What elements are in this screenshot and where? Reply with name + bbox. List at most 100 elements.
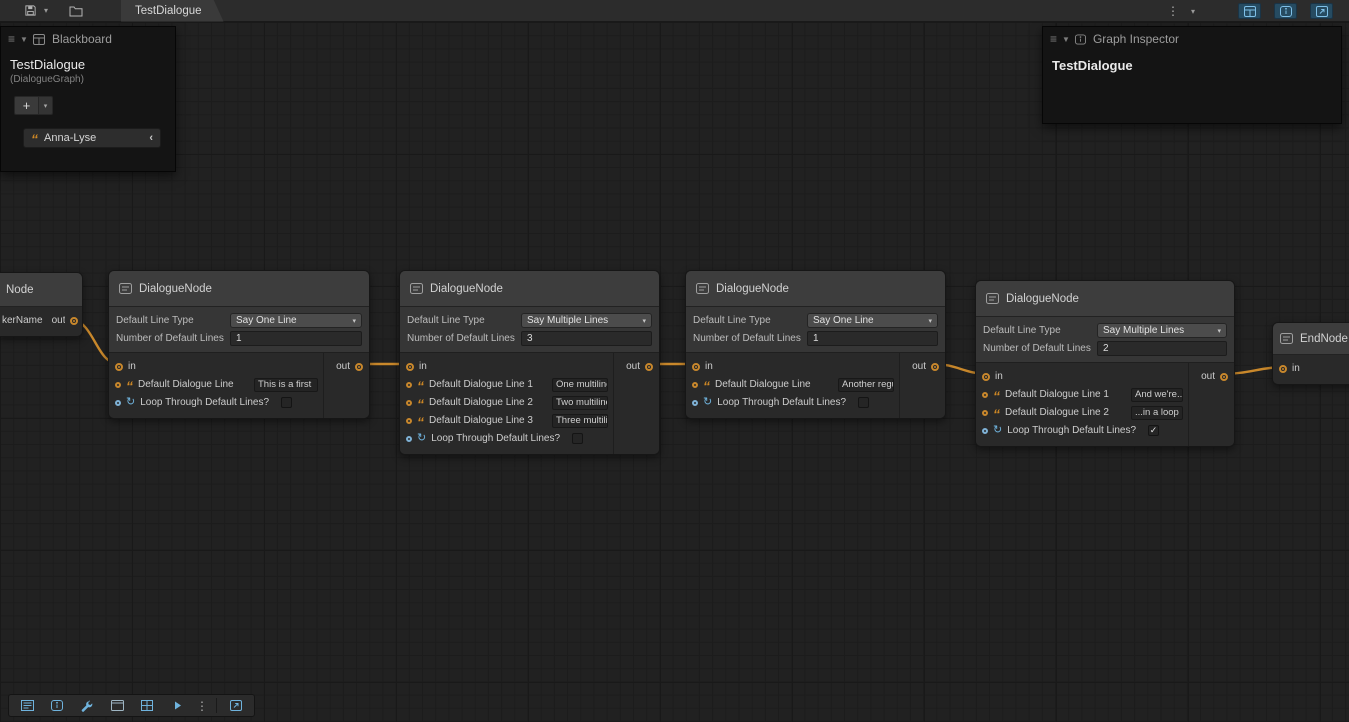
loop-port[interactable] xyxy=(115,400,121,406)
dialogue-node-2[interactable]: DialogueNode Default Line Type Say Multi… xyxy=(399,270,660,455)
blackboard-header[interactable]: ≡ ▼ Blackboard xyxy=(1,27,175,51)
blackboard-field-anna-lyse[interactable]: “ Anna-Lyse ‹ xyxy=(23,128,161,148)
line-type-dropdown[interactable]: Say Multiple Lines ▾ xyxy=(521,313,652,328)
num-lines-label: Number of Default Lines xyxy=(983,343,1097,354)
in-port[interactable] xyxy=(115,363,123,371)
save-button[interactable] xyxy=(20,2,41,20)
in-port[interactable] xyxy=(982,373,990,381)
string-type-icon: “ xyxy=(417,400,424,408)
loop-label: Loop Through Default Lines? xyxy=(1007,425,1136,436)
line-type-dropdown[interactable]: Say One Line ▾ xyxy=(807,313,938,328)
kebab-icon: ⋮ xyxy=(196,699,208,713)
node-title-bar[interactable]: DialogueNode xyxy=(400,271,659,307)
open-asset-button[interactable] xyxy=(65,2,87,20)
loop-label: Loop Through Default Lines? xyxy=(717,397,846,408)
node-title-bar[interactable]: EndNode xyxy=(1273,323,1349,355)
num-lines-field[interactable]: 2 xyxy=(1097,341,1227,356)
in-port-label: in xyxy=(419,361,427,372)
speaker-node[interactable]: Node kerName out xyxy=(0,272,83,337)
dialogue-line-1-input[interactable]: And we're... xyxy=(1131,388,1183,402)
info-icon xyxy=(51,700,63,711)
end-node[interactable]: EndNode in xyxy=(1272,322,1349,385)
in-port[interactable] xyxy=(692,363,700,371)
loop-checkbox[interactable] xyxy=(572,433,583,444)
hamburger-icon[interactable]: ≡ xyxy=(1050,34,1057,44)
blackboard-panel[interactable]: ≡ ▼ Blackboard TestDialogue (DialogueGra… xyxy=(0,26,176,172)
blackboard-panel-icon xyxy=(33,34,45,45)
tab-testdialogue[interactable]: TestDialogue xyxy=(121,0,223,22)
chevron-collapse-icon[interactable]: ‹ xyxy=(149,132,153,144)
dialogue-node-4[interactable]: DialogueNode Default Line Type Say Multi… xyxy=(975,280,1235,447)
graph-inspector-panel[interactable]: ≡ ▼ Graph Inspector TestDialogue xyxy=(1042,26,1342,124)
settings-button[interactable] xyxy=(73,696,101,715)
line-type-value: Say Multiple Lines xyxy=(527,315,608,326)
dialogue-line-2-input[interactable]: Two multiline xyxy=(552,396,608,410)
loop-port[interactable] xyxy=(692,400,698,406)
num-lines-field[interactable]: 1 xyxy=(230,331,362,346)
dialogue-line-port[interactable] xyxy=(115,382,121,388)
bottom-more-button[interactable]: ⋮ xyxy=(193,696,211,715)
loop-checkbox[interactable] xyxy=(858,397,869,408)
num-lines-field[interactable]: 3 xyxy=(521,331,652,346)
dialogue-node-3[interactable]: DialogueNode Default Line Type Say One L… xyxy=(685,270,946,419)
in-port[interactable] xyxy=(1279,365,1287,373)
add-variable-button[interactable]: + xyxy=(14,96,39,115)
loop-icon: ↻ xyxy=(993,426,1002,435)
dialogue-line-1-port[interactable] xyxy=(406,382,412,388)
node-title-bar[interactable]: DialogueNode xyxy=(109,271,369,307)
dialogue-line-2-input[interactable]: ...in a loop xyxy=(1131,406,1183,420)
num-lines-field[interactable]: 1 xyxy=(807,331,938,346)
num-lines-label: Number of Default Lines xyxy=(693,333,807,344)
toolbar-options-dropdown[interactable]: ▾ xyxy=(1188,2,1198,20)
collapse-caret-icon[interactable]: ▼ xyxy=(20,35,28,44)
blackboard-toggle-button[interactable] xyxy=(13,696,41,715)
line-type-dropdown[interactable]: Say One Line ▾ xyxy=(230,313,362,328)
in-port[interactable] xyxy=(406,363,414,371)
loop-port[interactable] xyxy=(982,428,988,434)
window-layout-button[interactable] xyxy=(103,696,131,715)
dialogue-node-icon xyxy=(119,283,132,294)
dialogue-line-2-port[interactable] xyxy=(406,400,412,406)
line-type-dropdown[interactable]: Say Multiple Lines ▾ xyxy=(1097,323,1227,338)
preview-play-button[interactable] xyxy=(163,696,191,715)
hamburger-icon[interactable]: ≡ xyxy=(8,34,15,44)
dialogue-line-3-input[interactable]: Three multili xyxy=(552,414,608,428)
dialogue-node-1[interactable]: DialogueNode Default Line Type Say One L… xyxy=(108,270,370,419)
grid-panel-button[interactable] xyxy=(133,696,161,715)
dialogue-line-input[interactable]: Another regu xyxy=(838,378,894,392)
loop-port[interactable] xyxy=(406,436,412,442)
out-port[interactable] xyxy=(355,363,363,371)
node-title-bar[interactable]: DialogueNode xyxy=(976,281,1234,317)
toggle-preview-button[interactable] xyxy=(1310,3,1333,19)
line-type-label: Default Line Type xyxy=(407,315,521,326)
dialogue-node-icon xyxy=(410,283,423,294)
folder-icon xyxy=(69,5,83,17)
out-port[interactable] xyxy=(1220,373,1228,381)
loop-checkbox[interactable] xyxy=(281,397,292,408)
dialogue-line-1-port[interactable] xyxy=(982,392,988,398)
dialogue-line-1-label: Default Dialogue Line 1 xyxy=(429,379,533,390)
out-port[interactable] xyxy=(645,363,653,371)
dialogue-line-input[interactable]: This is a first xyxy=(254,378,318,392)
save-dropdown-button[interactable]: ▾ xyxy=(41,2,51,20)
blackboard-graph-name: TestDialogue xyxy=(10,57,166,72)
toggle-blackboard-button[interactable] xyxy=(1238,3,1261,19)
inspector-toggle-button[interactable] xyxy=(43,696,71,715)
line-type-value: Say Multiple Lines xyxy=(1103,325,1184,336)
dialogue-line-2-port[interactable] xyxy=(982,410,988,416)
node-title-bar[interactable]: DialogueNode xyxy=(686,271,945,307)
out-port[interactable] xyxy=(931,363,939,371)
dialogue-line-1-input[interactable]: One multiline xyxy=(552,378,608,392)
node-title-bar[interactable]: Node xyxy=(0,273,82,307)
dialogue-line-port[interactable] xyxy=(692,382,698,388)
collapse-caret-icon[interactable]: ▼ xyxy=(1062,35,1070,44)
open-external-button[interactable] xyxy=(222,696,250,715)
loop-checkbox-checked[interactable]: ✓ xyxy=(1148,425,1159,436)
add-variable-dropdown[interactable]: ▾ xyxy=(39,96,53,115)
graph-inspector-header[interactable]: ≡ ▼ Graph Inspector xyxy=(1043,27,1341,51)
dialogue-line-label: Default Dialogue Line xyxy=(715,379,811,390)
dialogue-line-3-port[interactable] xyxy=(406,418,412,424)
toolbar-more-button[interactable]: ⋮ xyxy=(1163,2,1183,20)
out-port[interactable] xyxy=(70,317,78,325)
toggle-inspector-button[interactable] xyxy=(1274,3,1297,19)
